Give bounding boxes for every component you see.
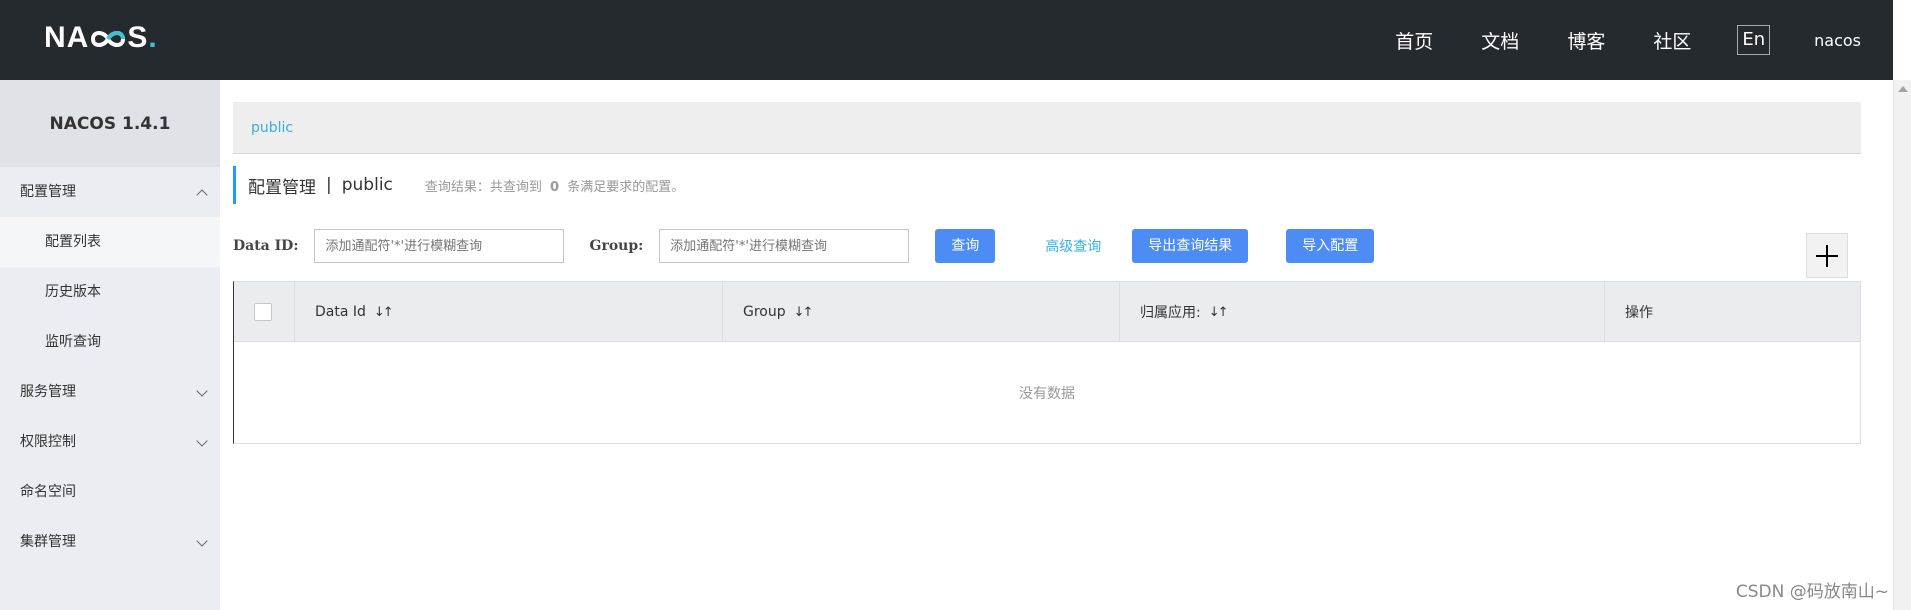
watermark: CSDN @码放南山~ [1735,582,1889,602]
page-header: 配置管理 | public 查询结果：共查询到 0 条满足要求的配置。 [233,166,684,204]
nav-blog[interactable]: 博客 [1567,27,1605,54]
dataid-label: Data ID: [233,238,299,254]
add-config-button[interactable] [1806,233,1848,278]
group-label: Group: [589,238,644,254]
select-all-checkbox[interactable] [254,303,272,321]
result-suffix: 条满足要求的配置。 [567,179,685,195]
result-prefix: 查询结果：共查询到 [424,179,542,195]
column-actions: 操作 [1605,282,1860,342]
scroll-up-icon[interactable] [1898,86,1908,92]
export-results-button[interactable]: 导出查询结果 [1132,229,1249,263]
logo-text-left: NA [44,21,90,54]
dataid-search-input[interactable] [314,229,565,263]
chevron-down-icon [196,435,208,447]
group-search-input[interactable] [659,229,910,263]
nacos-logo[interactable]: NA S . [44,20,158,56]
sidebar-item-access-control[interactable]: 权限控制 [0,417,220,467]
result-count: 0 [550,179,560,195]
sidebar-item-config-list[interactable]: 配置列表 [0,217,220,267]
vertical-scrollbar[interactable] [1893,80,1911,610]
column-label: 操作 [1625,305,1653,321]
sidebar-item-cluster-management[interactable]: 集群管理 [0,517,220,567]
sidebar-item-label: 配置列表 [45,234,101,250]
advanced-search-link[interactable]: 高级查询 [1045,236,1101,256]
sidebar-item-label: 集群管理 [20,534,76,550]
column-label: Group [743,304,786,320]
column-data-id[interactable]: Data Id ↓↑ [295,282,723,342]
empty-state: 没有数据 [234,342,1860,443]
sidebar-item-config-management[interactable]: 配置管理 [0,167,220,217]
plus-icon [1816,244,1838,267]
sidebar-title: NACOS 1.4.1 [0,80,220,167]
sidebar-item-listener-query[interactable]: 监听查询 [0,317,220,367]
import-config-button[interactable]: 导入配置 [1286,229,1375,263]
sidebar-item-namespace[interactable]: 命名空间 [0,467,220,517]
current-namespace: public [341,175,393,195]
config-table: Data Id ↓↑ Group ↓↑ 归属应用: ↓↑ 操作 没有数据 [233,281,1861,444]
sidebar-item-label: 历史版本 [45,284,101,300]
sidebar-item-label: 监听查询 [45,334,101,350]
logo-text-right: S [127,21,149,54]
sidebar: NACOS 1.4.1 配置管理 配置列表 历史版本 监听查询 服务管理 权限控… [0,80,220,610]
column-group[interactable]: Group ↓↑ [723,282,1120,342]
top-nav: 首页 文档 博客 社区 En nacos [1371,0,1893,80]
sidebar-item-label: 权限控制 [20,434,76,450]
page-title: 配置管理 [248,177,316,198]
nav-home[interactable]: 首页 [1395,27,1433,54]
chevron-down-icon [196,385,208,397]
top-navbar: NA S . 首页 文档 博客 社区 En nacos [0,0,1893,80]
column-label: 归属应用: [1140,305,1201,321]
filter-bar: Data ID: Group: 查询 高级查询 导出查询结果 导入配置 [233,228,1375,264]
sort-icon[interactable]: ↓↑ [794,305,814,320]
sort-icon[interactable]: ↓↑ [374,305,394,320]
namespace-bar: public [233,102,1861,154]
search-button[interactable]: 查询 [935,229,996,263]
title-separator: | [326,175,332,195]
logo-dot: . [148,21,158,54]
column-app[interactable]: 归属应用: ↓↑ [1120,282,1605,342]
query-result-summary: 查询结果：共查询到 0 条满足要求的配置。 [425,176,684,195]
sidebar-item-label: 配置管理 [20,184,76,200]
language-switch-button[interactable]: En [1737,25,1771,55]
column-label: Data Id [315,304,366,320]
sidebar-item-service-management[interactable]: 服务管理 [0,367,220,417]
logo-infinity-icon [89,24,127,52]
sidebar-item-label: 服务管理 [20,384,76,400]
select-all-cell [234,282,295,342]
namespace-tab-public[interactable]: public [251,120,293,136]
sort-icon[interactable]: ↓↑ [1209,305,1229,320]
sidebar-item-label: 命名空间 [20,484,76,500]
chevron-up-icon [196,189,208,201]
user-menu[interactable]: nacos [1814,31,1861,50]
sidebar-item-history[interactable]: 历史版本 [0,267,220,317]
nav-community[interactable]: 社区 [1653,27,1691,54]
table-header: Data Id ↓↑ Group ↓↑ 归属应用: ↓↑ 操作 [234,282,1860,342]
nav-docs[interactable]: 文档 [1481,27,1519,54]
chevron-down-icon [196,535,208,547]
